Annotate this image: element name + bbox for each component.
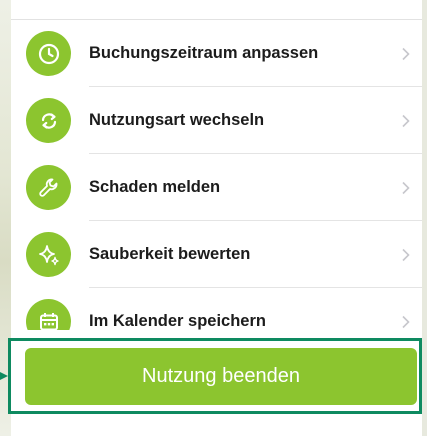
chevron-right-icon <box>402 181 410 194</box>
menu-item-label: Nutzungsart wechseln <box>89 111 265 129</box>
menu-item-label: Schaden melden <box>89 178 221 196</box>
chevron-right-icon <box>402 114 410 127</box>
menu-item-report-damage[interactable]: Schaden melden <box>11 154 422 221</box>
wrench-icon <box>26 165 71 210</box>
swap-arrows-icon <box>26 98 71 143</box>
end-usage-button[interactable]: Nutzung beenden <box>25 348 417 405</box>
chevron-right-icon <box>402 248 410 261</box>
menu-item-rate-cleanliness[interactable]: Sauberkeit bewerten <box>11 221 422 288</box>
pointer-arrow-icon <box>0 372 8 380</box>
menu-item-switch-usage-type[interactable]: Nutzungsart wechseln <box>11 87 422 154</box>
menu-item-adjust-booking-period[interactable]: Buchungszeitraum anpassen <box>11 20 422 87</box>
chevron-right-icon <box>402 47 410 60</box>
action-menu: Buchungszeitraum anpassen Nutzungsart we… <box>11 20 422 355</box>
menu-item-label: Im Kalender speichern <box>89 312 266 330</box>
clock-icon <box>26 31 71 76</box>
chevron-right-icon <box>402 315 410 328</box>
background-right-edge <box>422 0 427 436</box>
sparkle-icon <box>26 232 71 277</box>
menu-item-label: Buchungszeitraum anpassen <box>89 44 319 62</box>
menu-item-label: Sauberkeit bewerten <box>89 245 251 263</box>
